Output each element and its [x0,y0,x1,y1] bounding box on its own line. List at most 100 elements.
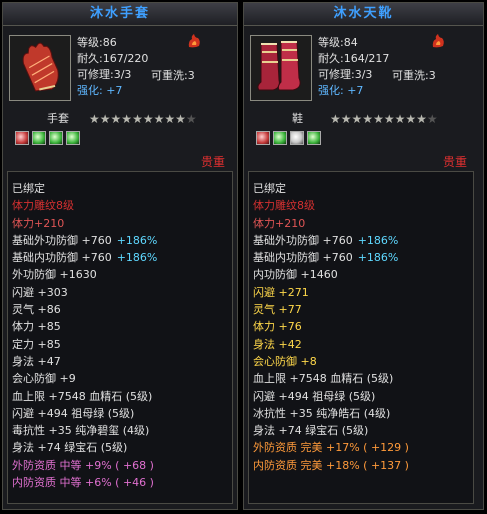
item-repair: 可修理:3/3 [318,68,373,81]
attribute-text: 身法 +42 [253,337,302,351]
green-gem-icon [307,131,321,145]
attribute-text: 闪避 +303 [12,285,68,299]
attribute-text: 毒抗性 +35 纯净碧玺 (4级) [12,424,150,438]
attribute-row: 闪避 +494 祖母绿 (5级) [253,388,473,405]
attribute-text: 血上限 +7548 血精石 (5级) [253,372,394,386]
attribute-text: 基础外功防御 +760 [12,233,112,247]
star-filled-icon: ★ [142,112,154,126]
enhance-value: +7 [347,84,364,97]
green-gem-icon [49,131,63,145]
star-filled-icon: ★ [351,112,363,126]
star-filled-icon: ★ [416,112,427,126]
green-gem-icon [273,131,287,145]
attribute-row: 体力+210 [253,215,473,232]
star-filled-icon: ★ [394,112,406,126]
attribute-percent: +186% [357,233,399,247]
star-filled-icon: ★ [121,112,133,126]
red-gem-icon [256,131,270,145]
attribute-row: 身法 +74 绿宝石 (5级) [12,439,232,456]
attribute-text: 体力雕纹8级 [253,199,315,213]
attribute-text: 血上限 +7548 血精石 (5级) [12,389,153,403]
attribute-text: 外防资质 中等 +9% ( +68 ) [12,458,154,472]
attribute-row: 血上限 +7548 血精石 (5级) [12,388,232,405]
valuable-label: 贵重 [201,155,226,169]
attribute-percent: +186% [116,233,158,247]
attribute-row: 体力 +76 [253,318,473,335]
attribute-text: 身法 +47 [12,354,61,368]
item-durability: 耐久:164/217 [318,52,390,65]
item-repair: 可修理:3/3 [77,68,132,81]
item-star-rating: ★★★★★★★★★★ [89,111,197,127]
attribute-text: 冰抗性 +35 纯净皓石 (4级) [253,406,391,420]
attribute-row: 身法 +42 [253,336,473,353]
attribute-row: 基础外功防御 +760 +186% [253,232,473,249]
attribute-row: 体力+210 [12,215,232,232]
attribute-text: 身法 +74 绿宝石 (5级) [12,441,128,455]
attribute-text: 闪避 +271 [253,285,309,299]
item-level: 等级:86 [77,36,117,49]
attribute-row: 基础外功防御 +760 +186% [12,232,232,249]
attribute-row: 内防资质 中等 +6% ( +46 ) [12,474,232,491]
attribute-row: 定力 +85 [12,336,232,353]
attribute-row: 外功防御 +1630 [12,266,232,283]
attribute-text: 已绑定 [253,182,286,195]
green-gem-icon [66,131,80,145]
attribute-row: 会心防御 +8 [253,353,473,370]
attribute-row: 外防资质 中等 +9% ( +68 ) [12,457,232,474]
item-tooltip-gloves: 沐水手套 等级:86 耐久:167/220 可修理:3/3 强化: +7 可重洗… [2,2,238,510]
item-base-stats: 等级:84 耐久:164/217 可修理:3/3 强化: +7 [318,35,389,99]
attribute-row: 身法 +47 [12,353,232,370]
menpai-flame-icon [432,34,444,48]
star-filled-icon: ★ [164,112,176,126]
gem-sockets [256,131,324,147]
attribute-row: 已绑定 [12,180,232,197]
attribute-row: 内防资质 完美 +18% ( +137 ) [253,457,473,474]
boots-item-icon [250,35,312,101]
attribute-text: 会心防御 +8 [253,354,317,368]
menpai-flame-icon [188,34,200,48]
attribute-row: 闪避 +271 [253,284,473,301]
valuable-label: 贵重 [443,155,468,169]
item-tooltip-boots: 沐水天靴 等级:84 耐久:164/217 可修理:3/3 强化: +7 可重洗… [243,2,484,510]
attribute-row: 体力 +85 [12,318,232,335]
attribute-row: 内功防御 +1460 [253,266,473,283]
attribute-text: 体力雕纹8级 [12,199,74,213]
attribute-text: 基础内功防御 +760 [12,251,112,265]
gem-sockets [15,131,83,147]
attribute-text: 会心防御 +9 [12,372,76,386]
attribute-row: 毒抗性 +35 纯净碧玺 (4级) [12,422,232,439]
item-title: 沐水天靴 [244,3,483,26]
attribute-percent: +186% [116,251,158,265]
item-type: 手套 [47,112,69,125]
attribute-text: 已绑定 [12,182,45,195]
white-gem-icon [290,131,304,145]
item-enhance: 强化: +7 [77,83,148,99]
green-gem-icon [32,131,46,145]
attribute-text: 内防资质 中等 +6% ( +46 ) [12,476,154,490]
attribute-text: 基础外功防御 +760 [253,233,353,247]
attribute-text: 体力 +76 [253,320,302,334]
attribute-percent: +186% [357,251,399,265]
star-empty-icon: ★ [185,112,197,126]
star-filled-icon: ★ [340,112,352,126]
item-rewash: 可重洗:3 [392,69,436,82]
item-title: 沐水手套 [3,3,237,26]
attribute-text: 内功防御 +1460 [253,268,338,282]
item-base-stats: 等级:86 耐久:167/220 可修理:3/3 强化: +7 [77,35,148,99]
enhance-label: 强化: [77,84,103,97]
item-type: 鞋 [292,112,303,125]
attribute-row: 外防资质 完美 +17% ( +129 ) [253,439,473,456]
item-rewash: 可重洗:3 [151,69,195,82]
attribute-row: 基础内功防御 +760 +186% [12,249,232,266]
item-star-rating: ★★★★★★★★★★ [330,111,438,127]
item-level: 等级:84 [318,36,358,49]
attribute-text: 体力+210 [12,216,65,230]
attribute-row: 灵气 +77 [253,301,473,318]
attribute-row: 闪避 +494 祖母绿 (5级) [12,405,232,422]
attribute-text: 基础内功防御 +760 [253,251,353,265]
star-filled-icon: ★ [132,112,143,126]
star-filled-icon: ★ [373,112,384,126]
attribute-row: 已绑定 [253,180,473,197]
attribute-row: 闪避 +303 [12,284,232,301]
star-filled-icon: ★ [405,112,417,126]
